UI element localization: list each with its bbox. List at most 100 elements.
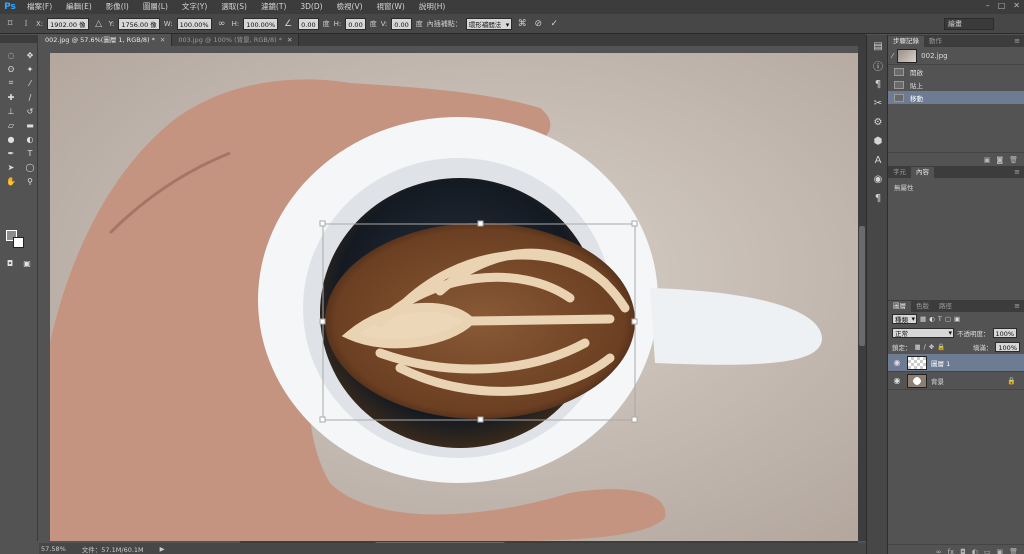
new-document-icon[interactable]: ▣ xyxy=(984,156,991,164)
shape-filter-icon[interactable]: ▢ xyxy=(945,315,951,323)
visibility-eye-icon[interactable]: ◉ xyxy=(891,376,903,385)
menu-filter[interactable]: 濾鏡(T) xyxy=(254,0,293,14)
menu-type[interactable]: 文字(Y) xyxy=(175,0,214,14)
link-layers-icon[interactable]: ∞ xyxy=(936,548,942,554)
3d-icon[interactable]: ⬢ xyxy=(869,134,887,149)
close-icon[interactable]: ✕ xyxy=(1013,1,1020,10)
visibility-eye-icon[interactable]: ◉ xyxy=(891,358,903,367)
maximize-icon[interactable]: □ xyxy=(998,1,1006,10)
menu-window[interactable]: 視窗(W) xyxy=(370,0,412,14)
menu-edit[interactable]: 編輯(E) xyxy=(59,0,99,14)
eraser-icon[interactable]: ▱ xyxy=(3,119,19,131)
menu-help[interactable]: 說明(H) xyxy=(412,0,453,14)
gradient-icon[interactable]: ▬ xyxy=(22,119,38,131)
dodge-tool-icon[interactable]: ◐ xyxy=(22,133,38,145)
tab-channels[interactable]: 色版 xyxy=(911,301,934,312)
menu-image[interactable]: 影像(I) xyxy=(99,0,136,14)
blend-mode-select[interactable]: 正常 xyxy=(892,328,954,338)
close-icon[interactable]: ✕ xyxy=(160,36,165,44)
blur-tool-icon[interactable]: ● xyxy=(3,133,19,145)
history-item-paste[interactable]: 貼上 xyxy=(888,78,1024,91)
clone-stamp-icon[interactable]: ⊥ xyxy=(3,105,19,117)
transform-tool-icon[interactable]: ⌑ xyxy=(4,18,16,30)
trash-icon[interactable]: 🗑 xyxy=(1009,156,1018,164)
smart-filter-icon[interactable]: ▣ xyxy=(954,315,960,323)
healing-brush-icon[interactable]: ✚ xyxy=(3,91,19,103)
interpolation-select[interactable]: 環形補間法 xyxy=(465,17,513,31)
menu-layer[interactable]: 圖層(L) xyxy=(136,0,175,14)
new-layer-icon[interactable]: ▣ xyxy=(996,548,1003,554)
pilcrow-icon[interactable]: ¶ xyxy=(869,191,887,206)
history-brush-icon[interactable]: ↺ xyxy=(22,105,38,117)
height-field[interactable]: 100.00% xyxy=(243,17,279,30)
lock-move-icon[interactable]: ✥ xyxy=(929,343,934,351)
panel-menu-icon[interactable]: ≡ xyxy=(1014,36,1024,47)
scroll-thumb[interactable] xyxy=(859,226,865,346)
zoom-tool-icon[interactable]: ⚲ xyxy=(22,175,38,187)
adjustment-icon[interactable]: ◐ xyxy=(972,548,978,554)
lock-brush-icon[interactable]: ∕ xyxy=(924,343,926,351)
commit-transform-icon[interactable]: ✓ xyxy=(548,18,560,30)
trash-icon[interactable]: 🗑 xyxy=(1009,548,1018,554)
eyedropper-icon[interactable]: ⁄ xyxy=(22,77,38,89)
tab-character[interactable]: 字元 xyxy=(888,167,911,178)
tool-preset-icon[interactable]: ⚙ xyxy=(869,115,887,130)
menu-view[interactable]: 檢視(V) xyxy=(330,0,370,14)
fill-field[interactable]: 100% xyxy=(995,342,1020,352)
panel-menu-icon[interactable]: ≡ xyxy=(1014,301,1024,312)
background-color-swatch[interactable] xyxy=(13,237,24,248)
y-field[interactable]: 1756.00 像 xyxy=(118,17,160,30)
triangle-icon[interactable]: △ xyxy=(93,18,105,30)
hskew-field[interactable]: 0.00 xyxy=(345,17,366,30)
shape-tool-icon[interactable]: ◯ xyxy=(22,161,38,173)
tab-history[interactable]: 步驟記錄 xyxy=(888,36,924,47)
crop-tool-icon[interactable]: ⌗ xyxy=(3,77,19,89)
warp-icon[interactable]: ⌘ xyxy=(516,18,528,30)
navigator-icon[interactable]: ◉ xyxy=(869,172,887,187)
layer-kind-select[interactable]: 種類 xyxy=(892,314,917,324)
panel-menu-icon[interactable]: ≡ xyxy=(1014,167,1024,178)
marquee-tool-icon[interactable]: ◌ xyxy=(3,49,19,61)
glyph-a-icon[interactable]: A xyxy=(869,153,887,168)
x-field[interactable]: 1902.00 像 xyxy=(47,17,89,30)
lock-pixels-icon[interactable]: ▦ xyxy=(915,343,921,351)
adjust-filter-icon[interactable]: ◐ xyxy=(929,315,935,323)
history-snapshot[interactable]: ⁄ 002.jpg xyxy=(888,47,1024,65)
brush-source-icon[interactable]: ⁄ xyxy=(892,52,893,60)
brush-tool-icon[interactable]: ∕ xyxy=(22,91,38,103)
tab-002[interactable]: 002.jpg @ 57.6%(圖層 1, RGB/8) * ✕ xyxy=(39,34,173,46)
tab-layers[interactable]: 圖層 xyxy=(888,301,911,312)
history-icon[interactable]: ▤ xyxy=(869,39,887,54)
cancel-transform-icon[interactable]: ⊘ xyxy=(532,18,544,30)
workspace-select[interactable]: 繪畫 xyxy=(944,18,994,30)
tab-properties[interactable]: 內容 xyxy=(911,167,934,178)
magic-wand-icon[interactable]: ✦ xyxy=(22,63,38,75)
fx-icon[interactable]: fx xyxy=(948,548,955,554)
menu-3d[interactable]: 3D(D) xyxy=(293,0,329,14)
history-item-move[interactable]: 移動 xyxy=(888,91,1024,104)
camera-icon[interactable]: ◙ xyxy=(996,156,1003,164)
pen-tool-icon[interactable]: ✒ xyxy=(3,147,19,159)
type-tool-icon[interactable]: T xyxy=(22,147,38,159)
brush-preset-icon[interactable]: ✂ xyxy=(869,96,887,111)
document-canvas[interactable] xyxy=(50,53,858,541)
vskew-field[interactable]: 0.00 xyxy=(391,17,412,30)
width-field[interactable]: 100.00% xyxy=(176,17,212,30)
tab-paths[interactable]: 路徑 xyxy=(934,301,957,312)
tab-actions[interactable]: 動作 xyxy=(924,36,947,47)
tab-003[interactable]: 003.jpg @ 100% (背景, RGB/8) * ✕ xyxy=(172,34,300,46)
zoom-level[interactable]: 57.58% xyxy=(41,545,66,553)
type-filter-icon[interactable]: T xyxy=(938,315,942,323)
status-arrow-icon[interactable]: ▶ xyxy=(160,545,165,553)
paragraph-icon[interactable]: ¶ xyxy=(869,77,887,92)
path-select-icon[interactable]: ➤ xyxy=(3,161,19,173)
history-item-open[interactable]: 開啟 xyxy=(888,65,1024,78)
move-tool-icon[interactable]: ✥ xyxy=(22,49,38,61)
hand-tool-icon[interactable]: ✋ xyxy=(3,175,19,187)
info-icon[interactable]: ⓘ xyxy=(869,58,887,73)
lasso-tool-icon[interactable]: ʘ xyxy=(3,63,19,75)
screen-mode-icon[interactable]: ▣ xyxy=(19,257,35,269)
quick-mask-icon[interactable]: ◘ xyxy=(2,257,18,269)
toolbox-grip[interactable] xyxy=(0,35,37,43)
menu-select[interactable]: 選取(S) xyxy=(214,0,254,14)
